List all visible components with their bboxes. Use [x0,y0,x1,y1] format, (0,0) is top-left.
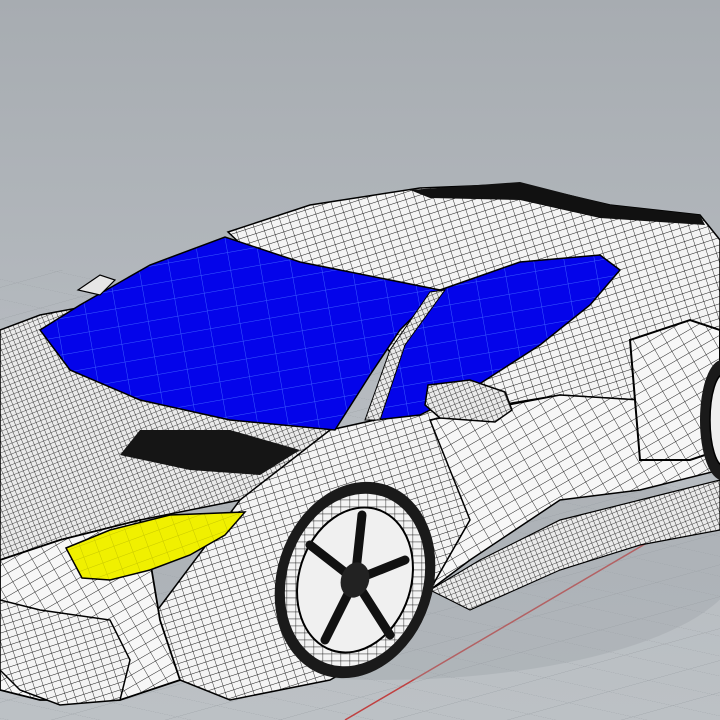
perspective-viewport[interactable] [0,0,720,720]
